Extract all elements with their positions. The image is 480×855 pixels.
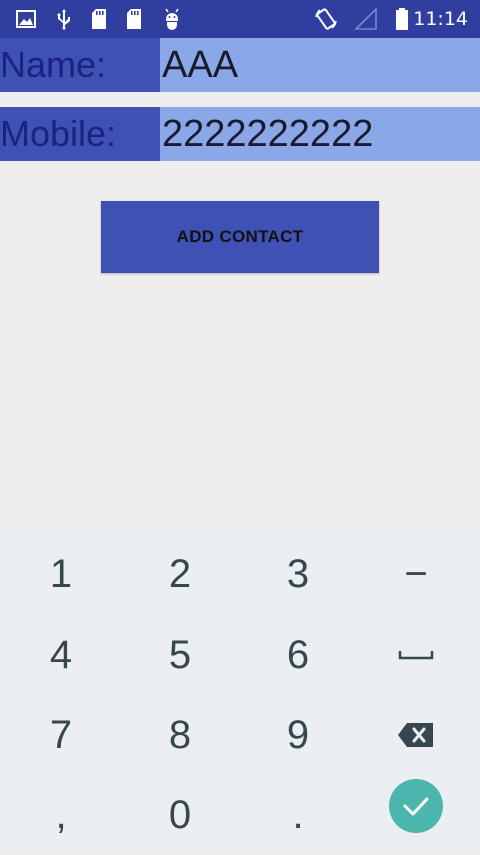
check-icon [403,797,429,816]
key-minus[interactable]: − [357,534,475,614]
clock: 11:14 [413,8,468,30]
name-field[interactable] [160,38,480,92]
add-contact-button[interactable]: ADD CONTACT [101,201,379,273]
key-0[interactable]: 0 [121,775,239,855]
signal-icon [354,7,377,30]
key-9[interactable]: 9 [239,695,357,775]
backspace-icon [398,723,433,747]
space-icon [398,651,434,660]
key-backspace[interactable] [357,695,475,775]
mobile-field[interactable] [160,107,480,161]
key-5[interactable]: 5 [121,615,239,695]
key-7[interactable]: 7 [2,695,120,775]
key-2[interactable]: 2 [121,534,239,614]
mobile-row: Mobile: [0,107,480,161]
usb-icon [57,9,70,30]
sd-card-icon [92,9,106,29]
image-icon [16,10,36,28]
name-row: Name: [0,38,480,92]
key-3[interactable]: 3 [239,534,357,614]
key-6[interactable]: 6 [239,615,357,695]
key-1[interactable]: 1 [2,534,120,614]
enter-button[interactable] [389,779,443,833]
key-enter[interactable] [357,766,475,846]
key-4[interactable]: 4 [2,615,120,695]
status-bar: 11:14 [0,0,480,38]
key-period[interactable]: . [239,775,357,855]
mobile-label: Mobile: [0,107,160,161]
key-comma[interactable]: , [2,775,120,855]
key-8[interactable]: 8 [121,695,239,775]
name-label: Name: [0,38,160,92]
sd-card-icon [127,9,141,29]
battery-icon [396,8,408,30]
android-debug-icon [165,8,179,30]
screen-rotation-icon [315,8,337,30]
key-space[interactable] [357,615,475,695]
numeric-keyboard: 1 2 3 − 4 5 6 7 8 9 , 0 . [0,521,480,854]
